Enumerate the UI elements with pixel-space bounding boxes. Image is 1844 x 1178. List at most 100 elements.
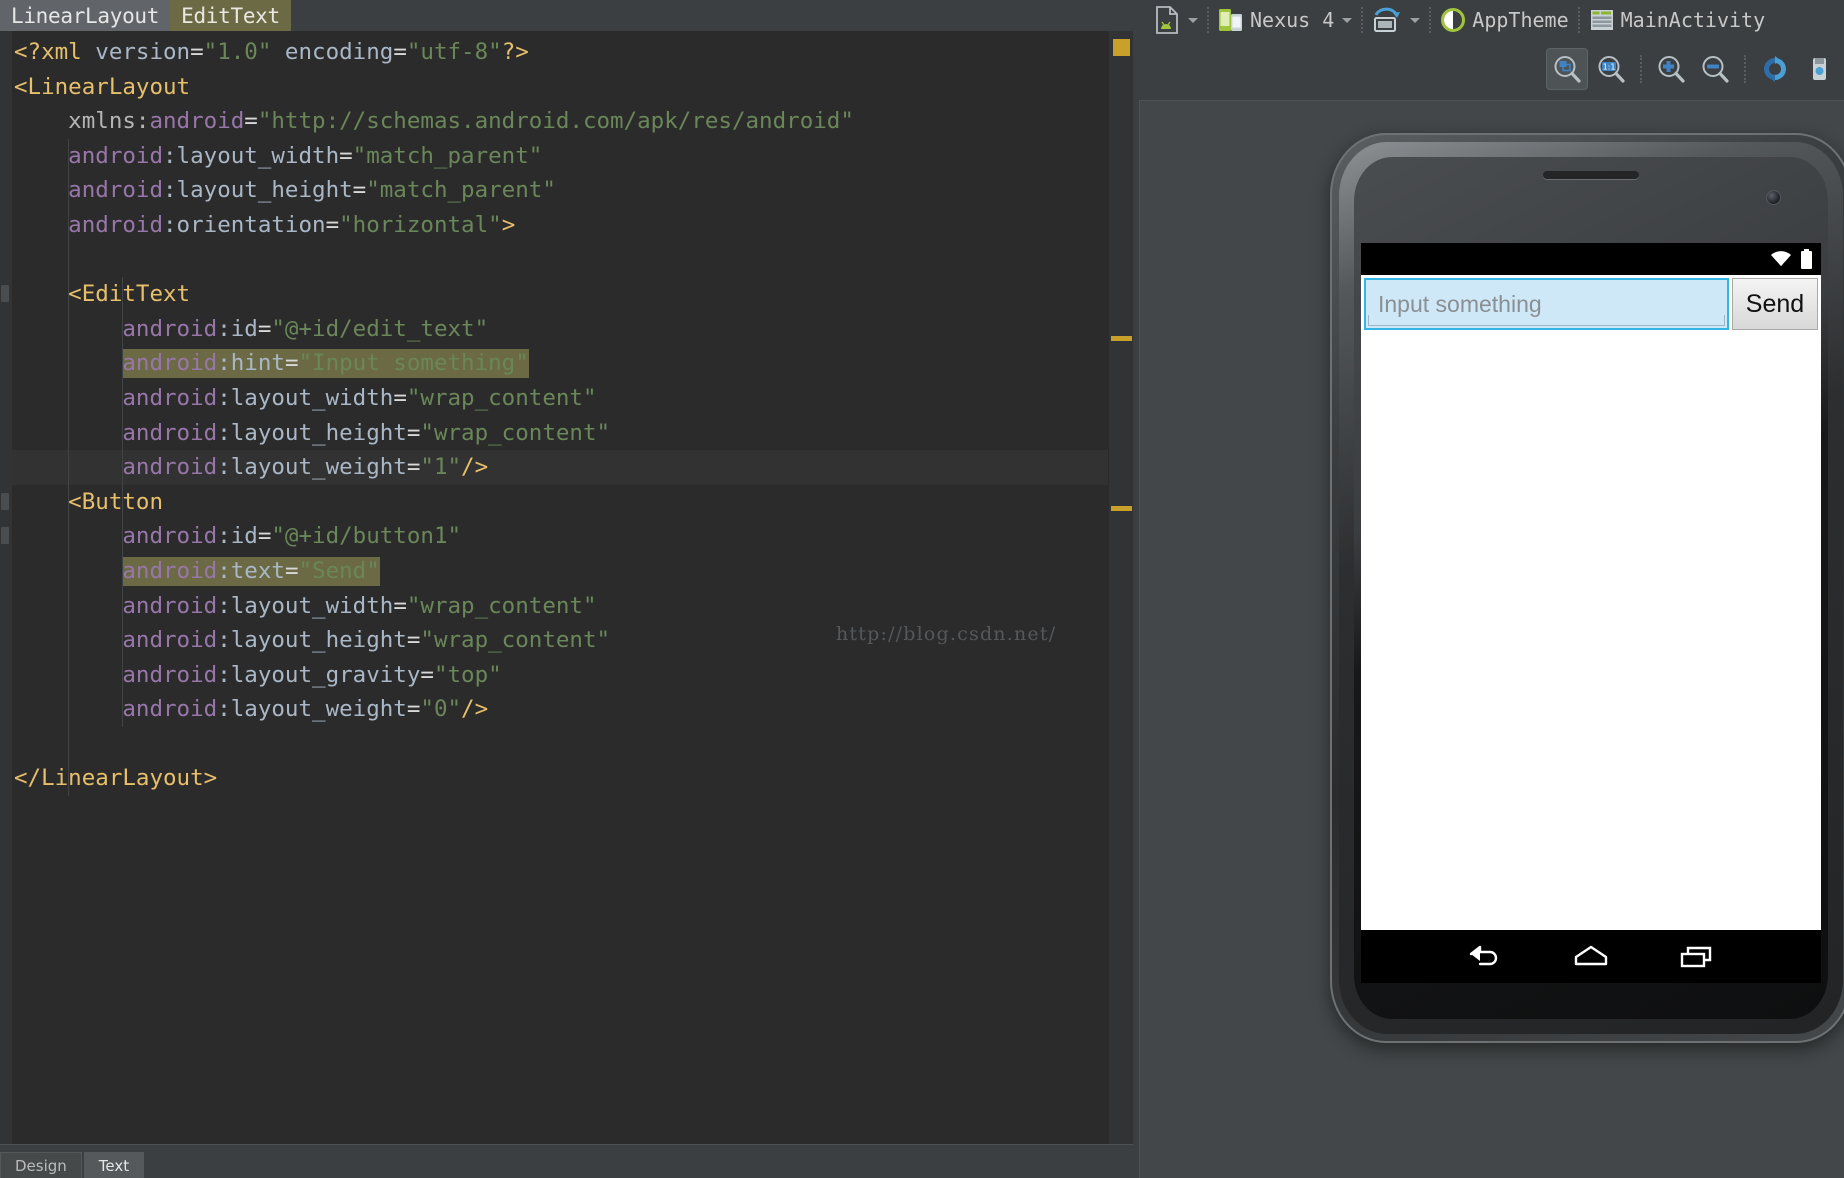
config-activity-selector[interactable]: MainActivity xyxy=(1580,3,1775,37)
recents-icon[interactable] xyxy=(1676,941,1718,973)
code-token: > xyxy=(501,211,516,238)
code-token: :layout_width xyxy=(217,592,394,619)
android-studio-window: LinearLayout EditText <?xml version="1.0… xyxy=(0,0,1844,1178)
code-token: version xyxy=(95,39,191,65)
code-token: </LinearLayout> xyxy=(14,765,218,792)
device-icon xyxy=(1219,9,1242,31)
code-token: "match_parent" xyxy=(352,142,543,169)
code-token: = xyxy=(284,557,299,584)
code-line[interactable]: android:layout_height="match_parent" xyxy=(12,173,1121,208)
code-line[interactable]: <Button xyxy=(12,485,1121,520)
code-token: :text xyxy=(217,557,285,584)
code-line[interactable]: android:id="@+id/edit_text" xyxy=(12,312,1121,347)
code-text[interactable]: <?xml version="1.0" encoding="utf-8"?> <L… xyxy=(12,35,1121,796)
toolbar-separator xyxy=(1744,55,1746,83)
code-token: :layout_width xyxy=(217,384,394,411)
code-token: :id xyxy=(217,315,258,342)
svg-text:1:1: 1:1 xyxy=(1603,63,1616,72)
code-token: "http://schemas.android.com/apk/res/andr… xyxy=(257,108,854,135)
save-screenshot-button[interactable] xyxy=(1798,48,1840,90)
zoom-in-icon xyxy=(1658,56,1685,83)
code-line[interactable]: <?xml version="1.0" encoding="utf-8"?> xyxy=(12,35,1121,70)
code-token: "@+id/button1" xyxy=(271,523,462,550)
breadcrumb-item-edittext[interactable]: EditText xyxy=(170,0,291,31)
code-token: android xyxy=(14,696,218,723)
chevron-down-icon xyxy=(1410,17,1421,23)
config-device-selector[interactable]: Nexus 4 xyxy=(1209,3,1361,37)
code-token: android xyxy=(14,592,218,619)
code-token: "1" xyxy=(420,454,462,481)
indent-guide xyxy=(68,138,70,797)
editor-gutter[interactable] xyxy=(0,31,12,1178)
send-button-widget[interactable]: Send xyxy=(1732,278,1818,330)
config-activity-label: MainActivity xyxy=(1620,8,1766,32)
code-token: = xyxy=(257,523,272,550)
code-fold-marker[interactable] xyxy=(1,285,9,303)
bottom-tab-design[interactable]: Design xyxy=(0,1152,82,1178)
code-token: :hint xyxy=(217,350,285,377)
code-token: "Input something" xyxy=(298,350,529,377)
device-screen[interactable]: Input something Send xyxy=(1361,243,1821,983)
code-line[interactable]: android:layout_weight="1"/> xyxy=(12,450,1121,485)
code-token: :layout_height xyxy=(163,177,353,204)
config-file-selector[interactable] xyxy=(1145,3,1207,37)
orientation-icon xyxy=(1374,7,1401,32)
code-line[interactable]: android:id="@+id/button1" xyxy=(12,519,1121,554)
config-theme-label: AppTheme xyxy=(1472,8,1569,32)
code-token: = xyxy=(406,419,421,446)
code-token: = xyxy=(352,177,367,204)
code-token: = xyxy=(406,454,421,481)
zoom-in-button[interactable] xyxy=(1650,48,1692,90)
code-token: "wrap_content" xyxy=(406,384,597,411)
code-line[interactable]: <EditText xyxy=(12,277,1121,312)
code-token: android xyxy=(14,454,218,481)
code-token: ?> xyxy=(501,39,529,65)
code-line[interactable]: android:hint="Input something" xyxy=(12,346,1121,381)
code-token: android xyxy=(14,315,218,342)
bottom-tab-text[interactable]: Text xyxy=(83,1152,145,1178)
code-line[interactable]: android:layout_weight="0"/> xyxy=(12,692,1121,727)
zoom-out-button[interactable] xyxy=(1694,48,1736,90)
preview-canvas[interactable]: Input something Send xyxy=(1139,100,1844,1178)
code-line[interactable]: android:orientation="horizontal"> xyxy=(12,208,1121,243)
code-fold-marker[interactable] xyxy=(1,492,9,510)
refresh-button[interactable] xyxy=(1754,48,1796,90)
code-line[interactable]: android:text="Send" xyxy=(12,554,1121,589)
code-token: "horizontal" xyxy=(339,211,502,238)
xml-editor-pane: LinearLayout EditText <?xml version="1.0… xyxy=(0,0,1133,1178)
code-line[interactable]: </LinearLayout> xyxy=(12,761,1121,796)
code-token: = xyxy=(393,39,407,65)
marker-square[interactable] xyxy=(1113,39,1130,56)
code-fold-marker[interactable] xyxy=(1,527,9,545)
code-token: :layout_gravity xyxy=(217,661,421,688)
edit-text-widget[interactable]: Input something xyxy=(1364,278,1729,330)
code-token: android xyxy=(14,350,218,377)
code-line[interactable]: <LinearLayout xyxy=(12,70,1121,105)
code-line[interactable]: android:layout_width="match_parent" xyxy=(12,139,1121,174)
code-token: = xyxy=(406,627,421,654)
zoom-actual-size-button[interactable]: 1:1 xyxy=(1590,48,1632,90)
marker-dash[interactable] xyxy=(1111,506,1132,511)
zoom-to-fit-button[interactable] xyxy=(1546,48,1588,90)
editor-marker-bar[interactable] xyxy=(1108,31,1133,1178)
code-line[interactable] xyxy=(12,727,1121,762)
marker-dash[interactable] xyxy=(1111,336,1132,341)
code-token: "1.0" xyxy=(203,39,272,65)
back-icon[interactable] xyxy=(1464,941,1506,973)
breadcrumb-item-linearlayout[interactable]: LinearLayout xyxy=(0,0,171,31)
code-line[interactable]: android:layout_gravity="top" xyxy=(12,658,1121,693)
code-line[interactable]: android:layout_width="wrap_content" xyxy=(12,381,1121,416)
config-orientation-selector[interactable] xyxy=(1363,3,1429,37)
code-line[interactable]: android:layout_height="wrap_content" xyxy=(12,416,1121,451)
code-line[interactable]: android:layout_width="wrap_content" xyxy=(12,589,1121,624)
activity-icon xyxy=(1590,10,1613,30)
breadcrumb: LinearLayout EditText xyxy=(0,0,1133,31)
config-theme-selector[interactable]: AppTheme xyxy=(1431,3,1577,37)
code-token: :orientation xyxy=(163,211,326,238)
home-icon[interactable] xyxy=(1570,941,1612,973)
code-line[interactable] xyxy=(12,243,1121,278)
code-surface[interactable]: <?xml version="1.0" encoding="utf-8"?> <L… xyxy=(12,31,1121,1178)
battery-icon xyxy=(1801,249,1812,269)
code-line[interactable]: xmlns:android="http://schemas.android.co… xyxy=(12,104,1121,139)
indent-guide xyxy=(122,484,124,727)
